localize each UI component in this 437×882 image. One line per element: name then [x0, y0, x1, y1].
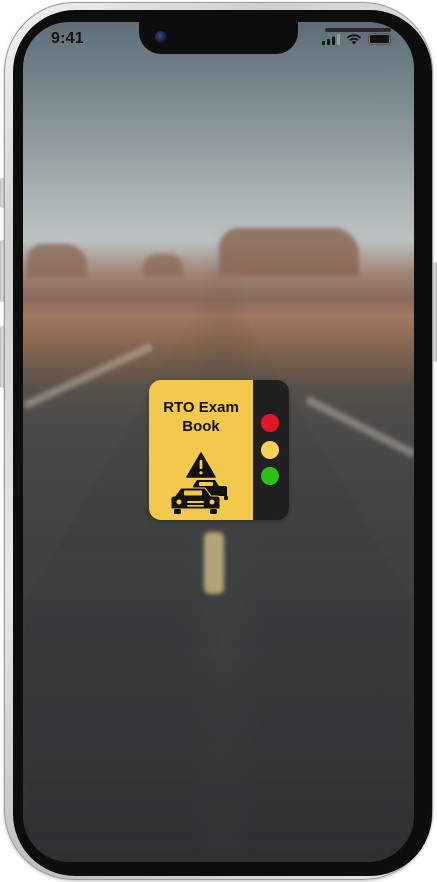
cellular-signal-icon [322, 33, 340, 45]
warning-triangle-icon [186, 452, 216, 478]
earpiece-speaker [325, 28, 391, 32]
app-icon-title: RTO Exam Book [149, 398, 253, 436]
traffic-light-green [261, 467, 279, 485]
phone-mockup: 9:41 RTO Exam Book [0, 0, 437, 882]
rto-exam-book-app-icon[interactable]: RTO Exam Book [149, 380, 289, 520]
traffic-light-panel [253, 380, 289, 520]
battery-icon [368, 33, 394, 45]
status-time: 9:41 [51, 30, 84, 47]
wallpaper-road-stripe [204, 532, 224, 594]
wifi-icon [346, 34, 362, 45]
wallpaper-road-edge [23, 342, 154, 410]
traffic-light-yellow [261, 441, 279, 459]
wallpaper-mesa [143, 254, 183, 276]
traffic-light-red [261, 414, 279, 432]
wallpaper-mesa [219, 228, 359, 276]
app-title-line2: Book [182, 418, 220, 435]
front-camera-icon [155, 31, 167, 43]
status-icons [322, 33, 394, 45]
app-icon-yellow-panel: RTO Exam Book [149, 380, 253, 520]
cars-icon [170, 480, 228, 514]
home-screen: 9:41 RTO Exam Book [23, 22, 414, 862]
app-title-line1: RTO Exam [163, 399, 239, 416]
wallpaper-mesa [27, 244, 87, 278]
